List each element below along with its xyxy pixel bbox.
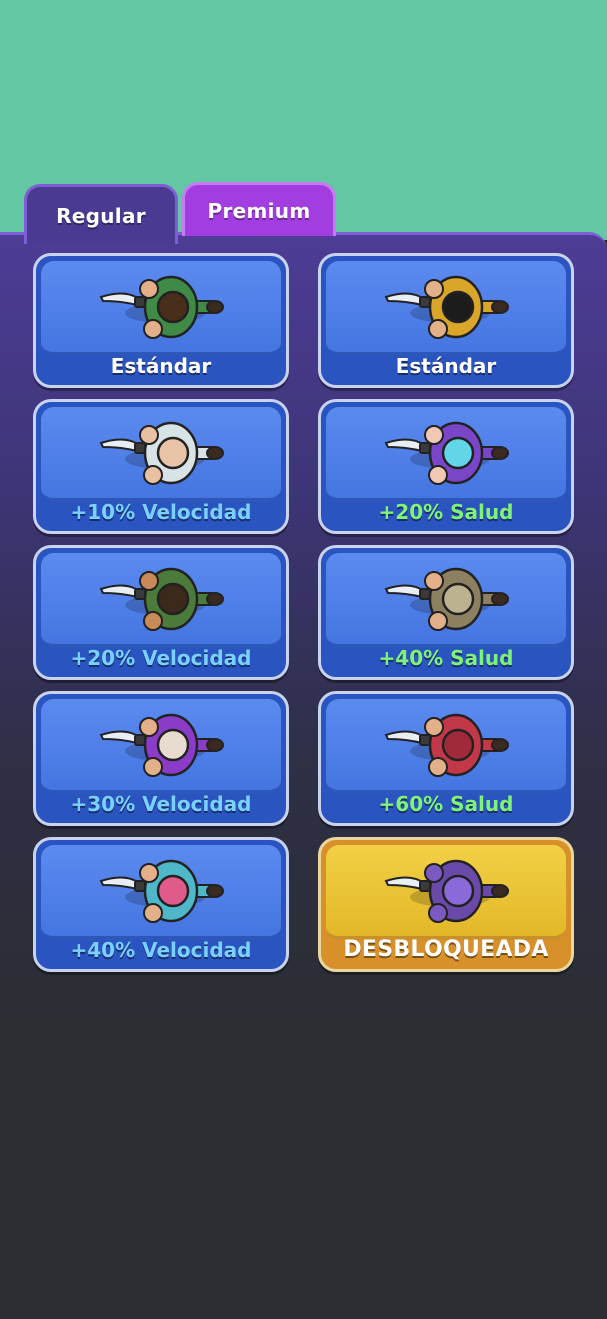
skin-card[interactable]: +30% Velocidad: [33, 691, 289, 826]
oni-mask-knife-character-icon: [384, 859, 509, 923]
muscle-brawler-knife-character-icon: [99, 567, 224, 631]
purple-wizard-knife-character-icon: [99, 713, 224, 777]
skin-card[interactable]: +20% Velocidad: [33, 545, 289, 680]
tab-premium-label: Premium: [207, 198, 311, 223]
bald-elder-knife-character-icon: [99, 421, 224, 485]
yellow-jacket-knife-character-icon: [384, 275, 509, 339]
skin-card-label: Estándar: [395, 354, 497, 378]
skin-preview: [41, 407, 281, 502]
red-hoodie-knife-character-icon: [384, 713, 509, 777]
skin-card-label: +20% Salud: [378, 500, 514, 524]
skin-preview: [326, 407, 566, 502]
skin-card[interactable]: +10% Velocidad: [33, 399, 289, 534]
skin-card[interactable]: +40% Velocidad: [33, 837, 289, 972]
cyan-hair-knife-character-icon: [384, 421, 509, 485]
skin-grid: Estándar Estándar +10% Velocidad +20% Salud…: [33, 253, 574, 972]
skin-card-label: +30% Velocidad: [70, 792, 252, 816]
skin-card[interactable]: +60% Salud: [318, 691, 574, 826]
skin-preview: [326, 261, 566, 356]
skin-card-label: Estándar: [110, 354, 212, 378]
skin-preview: [41, 699, 281, 794]
skin-preview: [41, 845, 281, 940]
skin-preview: [41, 553, 281, 648]
skin-card-label: +40% Salud: [378, 646, 514, 670]
green-vest-knife-character-icon: [99, 275, 224, 339]
skin-preview: [326, 553, 566, 648]
tab-regular-label: Regular: [56, 203, 146, 228]
skin-card-label: +20% Velocidad: [70, 646, 252, 670]
skin-card[interactable]: Estándar: [318, 253, 574, 388]
skin-card[interactable]: +40% Salud: [318, 545, 574, 680]
skin-preview: [41, 261, 281, 356]
skin-card-label: +40% Velocidad: [70, 938, 252, 962]
skin-preview: [326, 845, 566, 940]
skin-card-label: DESBLOQUEADA: [343, 937, 549, 962]
skin-card-label: +10% Velocidad: [70, 500, 252, 524]
tab-premium[interactable]: Premium: [182, 182, 336, 236]
skin-card[interactable]: DESBLOQUEADA: [318, 837, 574, 972]
skin-card-label: +60% Salud: [378, 792, 514, 816]
tab-regular[interactable]: Regular: [24, 184, 178, 244]
safari-hat-knife-character-icon: [384, 567, 509, 631]
skin-preview: [326, 699, 566, 794]
skin-card[interactable]: Estándar: [33, 253, 289, 388]
skin-card[interactable]: +20% Salud: [318, 399, 574, 534]
pinata-costume-knife-character-icon: [99, 859, 224, 923]
